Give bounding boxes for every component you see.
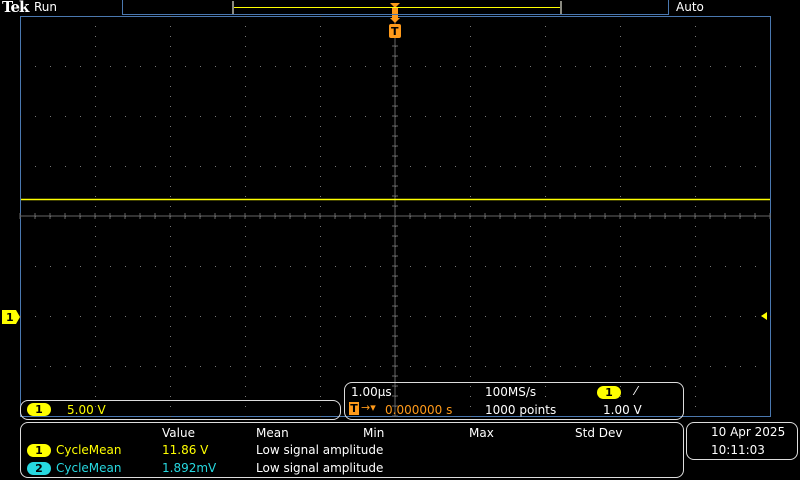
trigger-mode[interactable]: Auto — [676, 0, 704, 14]
trigger-position-t-icon: T — [391, 25, 399, 38]
timebase-box[interactable]: 1.00µs 100MS/s 1 ⁄ T →▾ 0.000000 s 1000 … — [344, 382, 684, 420]
graticule: 1T — [2, 3, 771, 417]
meas1-channel-badge: 1 — [27, 444, 51, 457]
trigger-position: 0.000000 s — [385, 403, 453, 417]
rising-edge-icon: ⁄ — [635, 384, 638, 398]
record-trace-preview — [234, 7, 560, 8]
meas1-name: CycleMean — [56, 443, 122, 457]
meas2-name: CycleMean — [56, 461, 122, 475]
date: 10 Apr 2025 — [711, 425, 786, 439]
header-max: Max — [469, 426, 494, 440]
header-min: Min — [363, 426, 385, 440]
meas2-channel-badge: 2 — [27, 462, 51, 475]
acquisition-status[interactable]: Run — [34, 0, 57, 14]
meas1-value: 11.86 V — [162, 443, 209, 457]
measurements-panel[interactable]: Value Mean Min Max Std Dev 1 CycleMean 1… — [20, 422, 684, 478]
time: 10:11:03 — [711, 443, 765, 457]
channel1-ground-label: 1 — [6, 311, 14, 324]
meas1-mean: Low signal amplitude — [256, 443, 384, 457]
meas2-mean: Low signal amplitude — [256, 461, 384, 475]
header-std-dev: Std Dev — [575, 426, 623, 440]
sample-rate: 100MS/s — [485, 385, 537, 399]
header-mean: Mean — [256, 426, 289, 440]
trigger-arrow-icon: →▾ — [361, 401, 376, 414]
meas2-value: 1.892mV — [162, 461, 217, 475]
trigger-t-icon: T — [349, 402, 359, 415]
channel1-badge: 1 — [27, 403, 51, 416]
tek-logo: Tek — [2, 0, 29, 16]
channel1-scale: 5.00 V — [67, 403, 106, 417]
header-value: Value — [162, 426, 195, 440]
datetime-box: 10 Apr 2025 10:11:03 — [686, 422, 798, 460]
trigger-level-marker — [761, 312, 767, 320]
channel1-scale-box[interactable]: 1 5.00 V — [20, 400, 341, 420]
trigger-position-arrow-icon — [390, 18, 400, 23]
trigger-level: 1.00 V — [603, 403, 642, 417]
trigger-source-badge: 1 — [597, 386, 621, 399]
record-length: 1000 points — [485, 403, 557, 417]
horizontal-scale: 1.00µs — [351, 385, 392, 399]
